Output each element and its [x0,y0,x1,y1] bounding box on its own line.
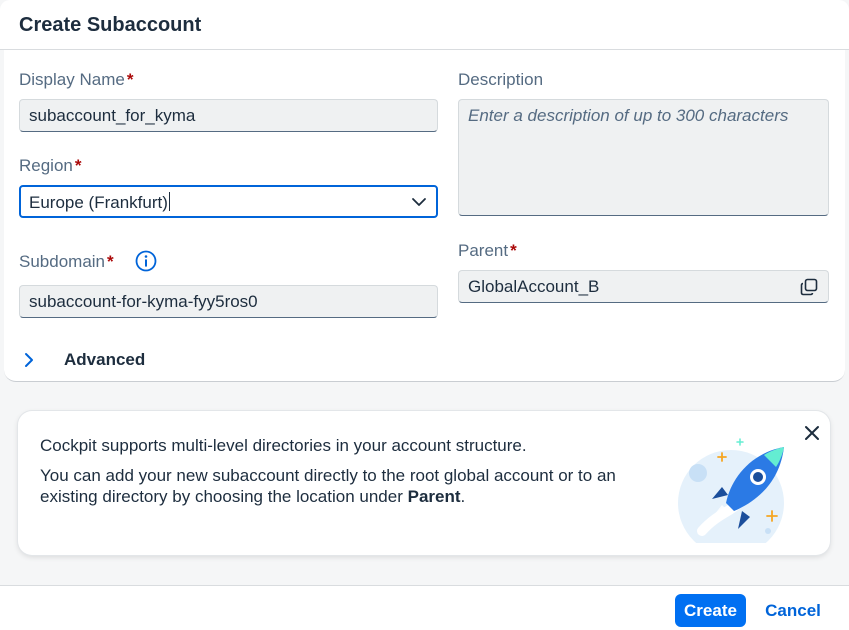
required-mark: * [126,70,134,89]
info-line-2: You can add your new subaccount directly… [40,465,650,507]
info-line-1: Cockpit supports multi-level directories… [40,436,527,455]
info-strip: Cockpit supports multi-level directories… [18,411,830,555]
required-mark: * [107,252,114,271]
cancel-button[interactable]: Cancel [758,594,828,627]
subdomain-value: subaccount-for-kyma-fyy5ros0 [29,292,258,311]
subdomain-label: Subdomain * [19,252,114,272]
region-select[interactable]: Europe (Frankfurt) [19,185,438,218]
parent-label-text: Parent [458,241,509,260]
create-button[interactable]: Create [675,594,746,627]
parent-input[interactable]: GlobalAccount_B [458,270,829,303]
description-label-text: Description [458,70,544,89]
chevron-down-icon[interactable] [411,195,427,209]
close-icon[interactable] [803,424,821,442]
advanced-label: Advanced [64,350,146,369]
parent-value: GlobalAccount_B [468,277,600,296]
dialog-title: Create Subaccount [19,14,202,36]
text-cursor [168,192,170,211]
chevron-right-icon [25,353,33,367]
region-label-text: Region [19,156,73,175]
subdomain-label-text: Subdomain [19,252,106,271]
description-placeholder: Enter a description of up to 300 charact… [468,106,789,125]
create-subaccount-dialog: Create Subaccount Display Name * subaccou… [0,0,849,630]
display-name-label-text: Display Name [19,70,125,89]
required-mark: * [510,241,517,260]
copy-icon[interactable] [799,277,819,297]
info-icon[interactable] [135,250,157,272]
rocket-illustration [678,438,784,543]
display-name-value: subaccount_for_kyma [29,106,196,125]
display-name-label: Display Name * [19,70,133,90]
region-label: Region * [19,156,82,176]
dialog-header: Create Subaccount [0,0,849,50]
info-line-2-end: . [460,487,466,506]
info-line-2-text: You can add your new subaccount directly… [40,466,616,506]
advanced-toggle[interactable]: Advanced [18,346,145,374]
parent-label: Parent * [458,241,517,261]
form-panel: Display Name * subaccount_for_kyma Region… [4,50,845,382]
info-parent-emphasis: Parent [407,487,461,506]
description-textarea[interactable]: Enter a description of up to 300 charact… [458,99,829,216]
display-name-input[interactable]: subaccount_for_kyma [19,99,438,132]
region-value: Europe (Frankfurt) [29,193,168,212]
subdomain-input[interactable]: subaccount-for-kyma-fyy5ros0 [19,285,438,318]
required-mark: * [74,156,82,175]
description-label: Description [458,70,543,90]
